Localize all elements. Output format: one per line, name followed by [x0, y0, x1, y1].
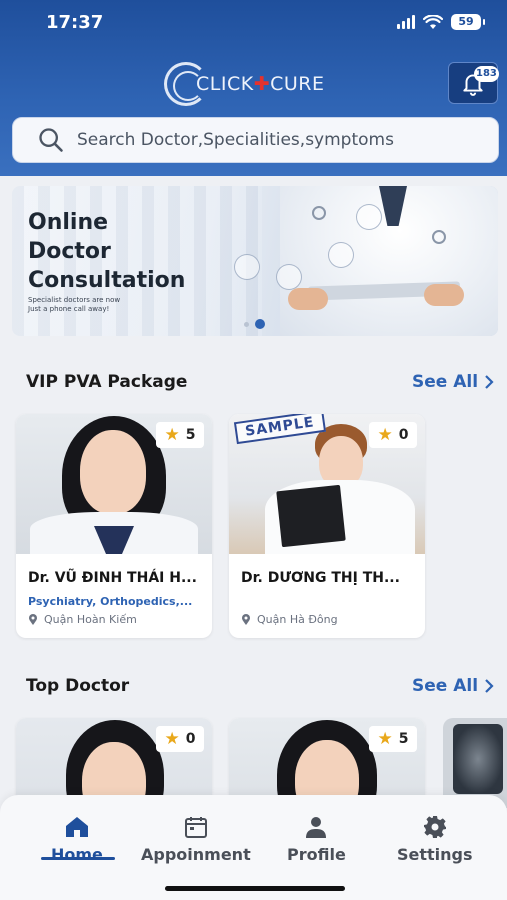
banner-hand: [424, 284, 464, 306]
banner-hand: [288, 288, 328, 310]
wifi-icon: [423, 14, 443, 29]
calendar-icon: [184, 817, 207, 838]
nav-label: Profile: [287, 845, 346, 864]
app-header: 17:37 59 CLICK✚CURE 183 Search Doctor,Sp…: [0, 0, 507, 176]
banner-title: Online Doctor Consultation: [28, 210, 186, 293]
location-pin-icon: [29, 614, 37, 625]
search-icon: [39, 128, 63, 152]
doctor-specialty: Psychiatry, Orthopedics,...: [28, 595, 193, 608]
medical-bubble-icon: [276, 264, 302, 290]
person-icon: [306, 817, 327, 838]
vip-see-all-link[interactable]: See All: [412, 372, 494, 392]
signal-icon: [397, 15, 415, 29]
nav-label: Appoinment: [141, 845, 251, 864]
app-logo: CLICK✚CURE: [164, 62, 334, 106]
bottom-navigation: Home Appoinment Profile Settings: [0, 795, 507, 900]
rating-badge: ★ 0: [369, 422, 417, 448]
logo-cross-icon: ✚: [253, 73, 271, 95]
top-doctor-section-title: Top Doctor: [26, 676, 130, 696]
battery-indicator: 59: [451, 14, 485, 30]
star-icon: ★: [164, 424, 180, 445]
nav-item-profile[interactable]: Profile: [287, 815, 346, 864]
status-icons: 59: [397, 14, 485, 30]
vip-section-title: VIP PVA Package: [26, 372, 188, 392]
search-bar[interactable]: Search Doctor,Specialities,symptoms: [12, 117, 499, 163]
home-indicator: [165, 886, 345, 891]
rating-badge: ★ 5: [369, 726, 417, 752]
doctor-name: Dr. DƯƠNG THỊ TH...: [241, 570, 400, 586]
search-input[interactable]: Search Doctor,Specialities,symptoms: [77, 130, 394, 150]
doctor-location: Quận Hà Đông: [241, 613, 338, 626]
logo-text: CLICK✚CURE: [196, 73, 325, 95]
nav-item-settings[interactable]: Settings: [397, 815, 473, 864]
carousel-indicator[interactable]: [244, 319, 265, 329]
logo-swirl-icon: [164, 62, 208, 106]
rating-badge: ★ 5: [156, 422, 204, 448]
star-icon: ★: [377, 728, 393, 749]
medical-bubble-icon: [328, 242, 354, 268]
xray-image: [453, 724, 503, 794]
medical-bubble-icon: [234, 254, 260, 280]
stethoscope-icon: [432, 230, 446, 244]
stethoscope-icon: [312, 206, 326, 220]
gear-icon: [423, 816, 446, 838]
doctor-card[interactable]: ★ 5 Dr. VŨ ĐINH THÁI H... Psychiatry, Or…: [16, 414, 212, 638]
chevron-right-icon: [485, 679, 494, 693]
carousel-dot-active[interactable]: [255, 319, 265, 329]
star-icon: ★: [377, 424, 393, 445]
banner-subtitle: Specialist doctors are now Just a phone …: [28, 296, 121, 313]
nav-label: Home: [51, 845, 103, 864]
nav-item-appointment[interactable]: Appoinment: [141, 815, 251, 864]
medical-bubble-icon: [356, 204, 382, 230]
promo-banner[interactable]: Online Doctor Consultation Specialist do…: [12, 186, 498, 336]
star-icon: ★: [164, 728, 180, 749]
carousel-dot[interactable]: [244, 321, 249, 327]
chevron-right-icon: [485, 375, 494, 389]
status-time: 17:37: [46, 12, 104, 33]
notification-badge: 183: [474, 66, 499, 82]
doctor-name: Dr. VŨ ĐINH THÁI H...: [28, 570, 197, 586]
top-doctor-see-all-link[interactable]: See All: [412, 676, 494, 696]
doctor-card[interactable]: SAMPLE ★ 0 Dr. DƯƠNG THỊ TH... Quận Hà Đ…: [229, 414, 425, 638]
nav-label: Settings: [397, 845, 473, 864]
active-tab-indicator: [41, 857, 115, 860]
doctor-location: Quận Hoàn Kiếm: [28, 613, 137, 626]
rating-badge: ★ 0: [156, 726, 204, 752]
home-icon: [65, 817, 88, 837]
location-pin-icon: [242, 614, 250, 625]
